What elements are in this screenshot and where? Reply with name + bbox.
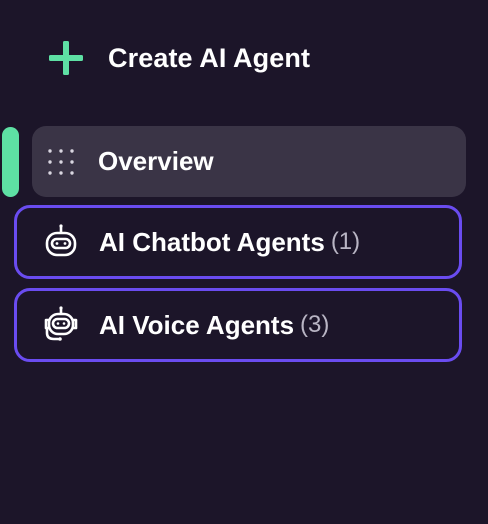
create-ai-agent-button[interactable]: Create AI Agent <box>48 38 310 78</box>
ai-chatbot-agents-count: (1) <box>330 228 361 255</box>
robot-headset-icon <box>44 306 78 341</box>
nav-item-overview[interactable]: Overview <box>32 126 466 197</box>
plus-icon <box>49 41 83 75</box>
nav-item-ai-chatbot-agents-label: AI Chatbot Agents <box>99 226 325 257</box>
nav-item-ai-chatbot-agents[interactable]: AI Chatbot Agents (1) <box>14 205 462 279</box>
nav-item-overview-label: Overview <box>98 146 214 176</box>
grid-dots-icon <box>48 148 74 175</box>
nav-item-ai-voice-agents[interactable]: AI Voice Agents (3) <box>14 288 462 362</box>
ai-voice-agents-count: (3) <box>300 311 330 338</box>
robot-head-icon <box>45 224 77 257</box>
active-nav-indicator <box>2 127 19 197</box>
nav-item-ai-voice-agents-label: AI Voice Agents <box>99 309 295 340</box>
create-ai-agent-label: Create AI Agent <box>108 42 311 73</box>
